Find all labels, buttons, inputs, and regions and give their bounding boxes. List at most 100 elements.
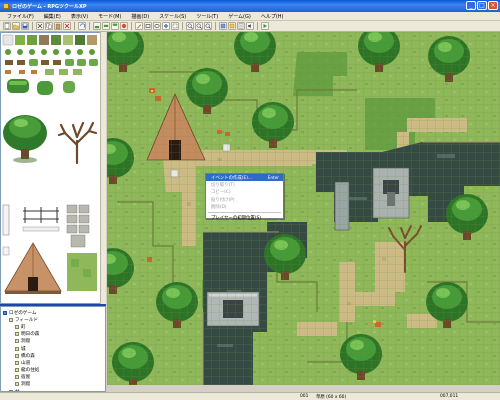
rectangle-icon [145, 24, 151, 28]
undo-button[interactable] [78, 22, 86, 30]
map-tree-item[interactable]: ロゼのゲーム [3, 309, 103, 316]
copy-button[interactable] [45, 22, 53, 30]
map-tree-item[interactable]: フィールド [3, 316, 103, 323]
map-tree-item[interactable]: 町 [3, 323, 103, 330]
toolbar-separator [74, 22, 75, 30]
materials-button[interactable] [228, 22, 236, 30]
zoom-2-button[interactable] [195, 22, 203, 30]
tileset-palette[interactable] [0, 32, 106, 304]
menu-tools[interactable]: ツール(T) [191, 13, 223, 20]
rectangle-button[interactable] [144, 22, 152, 30]
database-button[interactable] [219, 22, 227, 30]
context-menu-label: イベントの作成(E)... [211, 175, 253, 181]
map-icon [15, 339, 19, 344]
menu-game[interactable]: ゲーム(G) [223, 13, 256, 20]
map-tree-label: 城 [21, 346, 26, 352]
menu-file[interactable]: ファイル(F) [2, 13, 39, 20]
menu-draw[interactable]: 描画(D) [126, 13, 154, 20]
toolbar-separator [131, 22, 132, 30]
script-button[interactable] [237, 22, 245, 30]
materials-icon [229, 23, 235, 29]
close-button[interactable]: × [488, 1, 498, 10]
layer1-button[interactable] [93, 22, 101, 30]
map-tree-item[interactable]: 洞窟 [3, 381, 103, 388]
layer3-button[interactable] [111, 22, 119, 30]
save-button[interactable] [21, 22, 29, 30]
map-tree-item[interactable]: 山道 [3, 359, 103, 366]
context-menu-label: 貼り付け(P) [211, 197, 235, 203]
playtest-button[interactable] [261, 22, 269, 30]
ellipse-icon [154, 24, 160, 28]
status-bar: 001 草原 (60 x 60) 007,011 [0, 392, 500, 400]
undo-icon [79, 23, 85, 28]
select-button[interactable] [171, 22, 179, 30]
menu-mode[interactable]: モード(M) [93, 13, 126, 20]
sound-icon [248, 24, 251, 28]
map-tree-label: 洞窟 [21, 339, 31, 345]
map-tree[interactable]: ロゼのゲームフィールド町明日の森洞窟城橋の森山道龍の住処宿屋洞窟村町町の周辺 [0, 306, 106, 392]
toolbar-separator [32, 22, 33, 30]
menu-help[interactable]: ヘルプ(H) [256, 13, 289, 20]
minimize-button[interactable]: _ [466, 1, 476, 10]
fill-button[interactable] [162, 22, 170, 30]
map-icon [9, 317, 13, 322]
context-menu-label: コピー(C) [211, 190, 231, 196]
zoom-1-icon [187, 23, 193, 29]
context-menu-item[interactable]: コピー(C) [206, 189, 283, 196]
map-icon [15, 368, 19, 373]
maximize-button[interactable]: □ [477, 1, 487, 10]
context-menu-item[interactable]: イベントの作成(E)... Enter [206, 174, 283, 182]
save-icon [22, 23, 28, 29]
map-tree-label: 町 [21, 324, 26, 330]
delete-button[interactable] [63, 22, 71, 30]
map-icon [15, 353, 19, 358]
script-icon [238, 23, 244, 29]
menu-bar: ファイル(F) 編集(E) 表示(V) モード(M) 描画(D) スケール(S)… [0, 12, 500, 21]
tileset-scrollbar[interactable] [100, 32, 106, 304]
map-tree-label: 山道 [21, 360, 31, 366]
context-menu-item[interactable]: 削除(D) [206, 204, 283, 211]
copy-icon [46, 23, 52, 29]
context-menu-item[interactable]: プレイヤーの初期位置(S) [206, 214, 283, 221]
menu-edit[interactable]: 編集(E) [39, 13, 66, 20]
map-tree-label: 宿屋 [21, 375, 31, 381]
sound-button[interactable] [246, 22, 254, 30]
toolbar-separator [257, 22, 258, 30]
zoom-1-button[interactable] [186, 22, 194, 30]
map-tree-item[interactable]: 洞窟 [3, 338, 103, 345]
context-menu-item[interactable]: 貼り付け(P) [206, 196, 283, 203]
map-tree-item[interactable]: 城 [3, 345, 103, 352]
new-button[interactable] [3, 22, 11, 30]
layer2-icon [103, 24, 109, 27]
map-icon [15, 332, 19, 337]
map-tree-item[interactable]: 龍の住処 [3, 367, 103, 374]
paste-button[interactable] [54, 22, 62, 30]
map-tree-item[interactable]: 橋の森 [3, 352, 103, 359]
zoom-4-button[interactable] [204, 22, 212, 30]
open-button[interactable] [12, 22, 20, 30]
map-canvas[interactable] [107, 32, 500, 385]
pencil-button[interactable] [135, 22, 143, 30]
context-menu: イベントの作成(E)... Enter 切り取り(T) コピー(C) 貼り付け(P) 削除… [205, 173, 284, 221]
cut-button[interactable] [36, 22, 44, 30]
map-tree-label: 洞窟 [21, 382, 31, 388]
layer2-button[interactable] [102, 22, 110, 30]
app-icon [3, 3, 9, 9]
map-tree-item[interactable]: 宿屋 [3, 374, 103, 381]
event-button[interactable] [120, 22, 128, 30]
delete-icon [64, 23, 70, 29]
ellipse-button[interactable] [153, 22, 161, 30]
context-menu-shortcut: Enter [267, 175, 279, 181]
layer3-icon [112, 23, 118, 26]
zoom-2-icon [196, 23, 202, 29]
menu-view[interactable]: 表示(V) [66, 13, 93, 20]
status-coordinates: 007,011 [440, 394, 459, 399]
cut-icon [37, 23, 43, 29]
map-tree-item[interactable]: 明日の森 [3, 331, 103, 338]
paste-icon [55, 23, 61, 29]
pencil-icon [136, 24, 142, 29]
map-icon [15, 360, 19, 365]
toolbar-separator [182, 22, 183, 30]
context-menu-item[interactable]: 切り取り(T) [206, 181, 283, 188]
menu-scale[interactable]: スケール(S) [154, 13, 191, 20]
